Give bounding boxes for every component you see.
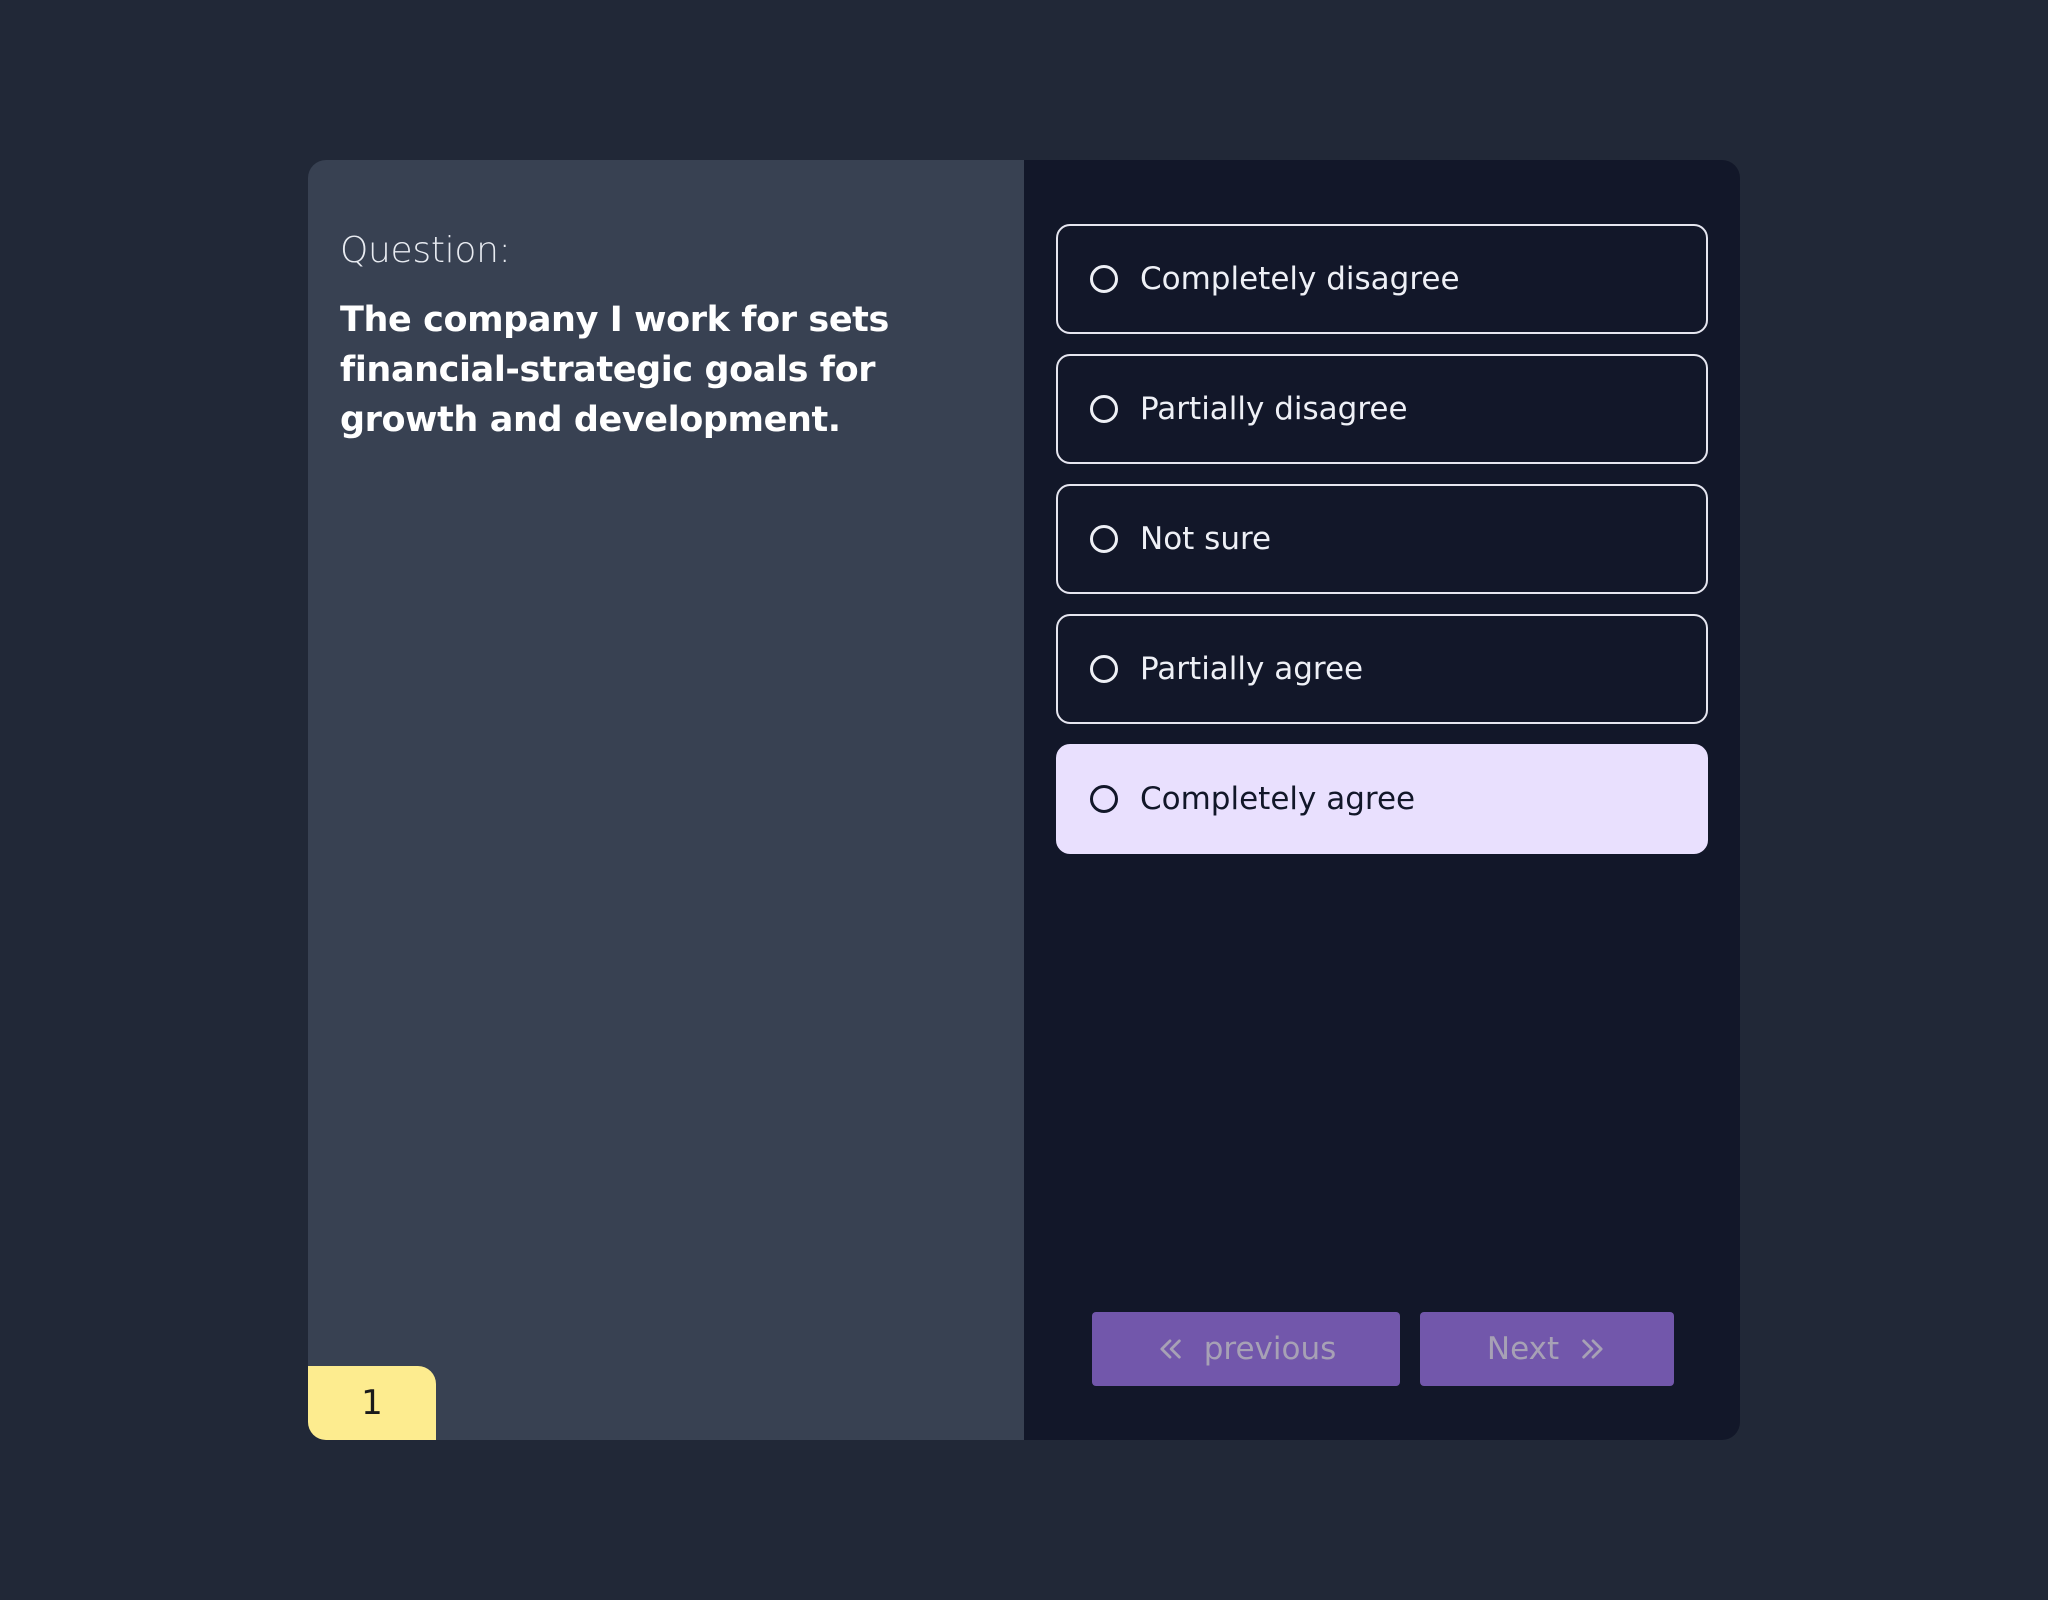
radio-icon (1090, 655, 1118, 683)
question-label: Question: (340, 230, 511, 271)
option-label: Partially disagree (1140, 391, 1408, 427)
answer-panel: Completely disagree Partially disagree N… (1024, 160, 1740, 1440)
previous-button[interactable]: previous (1092, 1312, 1400, 1386)
option-label: Not sure (1140, 521, 1272, 557)
question-panel: Question: The company I work for sets fi… (308, 160, 1024, 1440)
option-completely-disagree[interactable]: Completely disagree (1056, 224, 1708, 334)
option-not-sure[interactable]: Not sure (1056, 484, 1708, 594)
option-label: Completely agree (1140, 781, 1416, 817)
radio-icon (1090, 785, 1118, 813)
navigation-bar: previous Next (1024, 1312, 1740, 1386)
option-label: Completely disagree (1140, 261, 1460, 297)
double-chevron-left-icon (1160, 1339, 1181, 1359)
option-label: Partially agree (1140, 651, 1364, 687)
question-text: The company I work for sets financial-st… (340, 300, 889, 440)
next-label: Next (1486, 1331, 1560, 1367)
previous-label: previous (1203, 1331, 1337, 1367)
answer-options: Completely disagree Partially disagree N… (1056, 224, 1708, 854)
option-partially-disagree[interactable]: Partially disagree (1056, 354, 1708, 464)
question-card: Question: The company I work for sets fi… (308, 160, 1740, 1440)
radio-icon (1090, 265, 1118, 293)
option-completely-agree[interactable]: Completely agree (1056, 744, 1708, 854)
option-partially-agree[interactable]: Partially agree (1056, 614, 1708, 724)
double-chevron-right-icon (1582, 1339, 1603, 1359)
radio-icon (1090, 525, 1118, 553)
next-button[interactable]: Next (1420, 1312, 1674, 1386)
radio-icon (1090, 395, 1118, 423)
question-number-badge: 1 (308, 1366, 436, 1440)
